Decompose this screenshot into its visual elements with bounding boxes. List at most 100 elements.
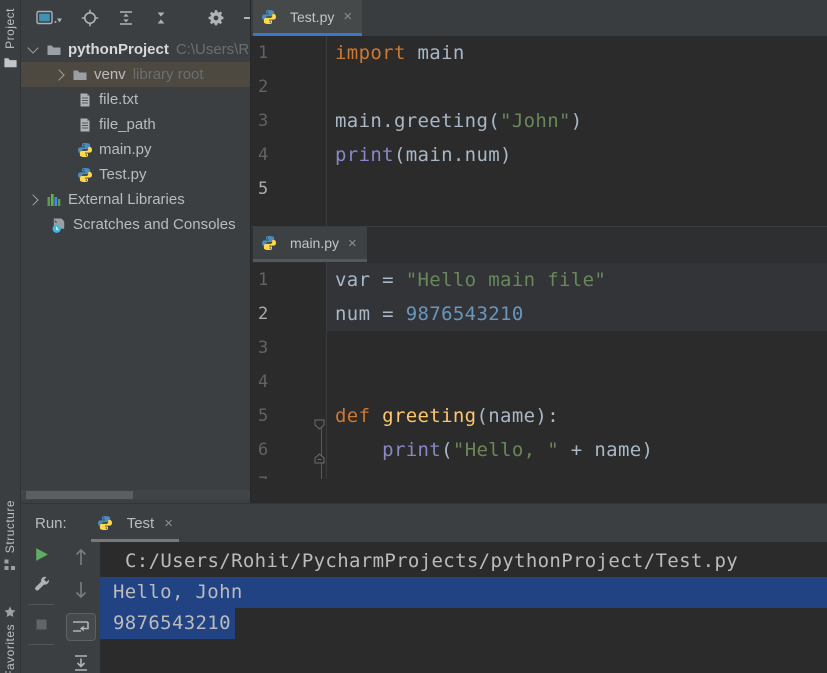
code-line-7: 7 <box>251 467 827 479</box>
tree-item-main-py[interactable]: main.py <box>21 137 250 162</box>
settings-gear-icon[interactable] <box>207 9 225 27</box>
locate-file-icon[interactable] <box>81 9 99 27</box>
stop-icon[interactable] <box>34 617 49 632</box>
code-text: import main <box>327 36 827 70</box>
python-file-icon <box>97 515 113 531</box>
up-stacktrace-icon[interactable] <box>73 547 89 567</box>
tab-main-py[interactable]: main.py × <box>253 227 367 262</box>
run-header: Run: Test × <box>21 504 827 542</box>
soft-wrap-icon <box>71 618 91 636</box>
console-line: Hello, John <box>100 577 827 608</box>
tree-item-file-path[interactable]: file_path <box>21 112 250 137</box>
favorites-icon <box>4 606 16 618</box>
console-line: C:/Users/Rohit/PycharmProjects/pythonPro… <box>100 546 827 577</box>
fold-marker-icon[interactable] <box>313 443 327 457</box>
scroll-to-end-icon[interactable] <box>73 654 89 672</box>
stripe-project-button[interactable]: Project <box>0 8 20 70</box>
view-options-icon[interactable] <box>36 10 62 26</box>
scrollbar-thumb[interactable] <box>26 491 133 499</box>
python-file-icon <box>261 235 277 251</box>
line-number[interactable]: 1 <box>258 263 318 297</box>
tree-item-file-txt[interactable]: file.txt <box>21 87 250 112</box>
structure-icon <box>4 559 16 571</box>
line-number[interactable]: 1 <box>258 36 318 70</box>
tree-item-label: Scratches and Consoles <box>73 216 236 233</box>
down-stacktrace-icon[interactable] <box>73 580 89 600</box>
line-number[interactable]: 4 <box>258 138 318 172</box>
tree-item-test-py[interactable]: Test.py <box>21 162 250 187</box>
close-icon[interactable]: × <box>164 516 173 531</box>
line-number[interactable]: 2 <box>258 297 318 331</box>
tree-item-external-libraries[interactable]: External Libraries <box>21 187 250 212</box>
code-text: num = 9876543210 <box>327 297 827 331</box>
stripe-project-label: Project <box>3 8 17 49</box>
chevron-down-icon[interactable] <box>27 42 38 53</box>
line-number[interactable]: 4 <box>258 365 318 399</box>
line-number[interactable]: 3 <box>258 331 318 365</box>
code-line-4: 4 <box>251 365 827 399</box>
collapse-all-icon[interactable] <box>153 10 169 26</box>
tab-label: main.py <box>290 235 339 251</box>
tree-item-label: file_path <box>99 116 156 133</box>
tree-item-scratches-and-consoles[interactable]: Scratches and Consoles <box>21 212 250 237</box>
run-console[interactable]: C:/Users/Rohit/PycharmProjects/pythonPro… <box>100 542 827 673</box>
folder-icon <box>72 67 88 83</box>
python-icon <box>77 167 93 183</box>
line-number[interactable]: 5 <box>258 399 318 433</box>
chevron-right-icon[interactable] <box>27 194 38 205</box>
python-file-icon <box>261 9 277 25</box>
test-code-area[interactable]: 1import main23main.greeting("John")4prin… <box>251 36 827 226</box>
stripe-structure-label: Structure <box>3 500 17 553</box>
editor-test-py: Test.py × 1import main23main.greeting("J… <box>250 0 827 226</box>
library-icon <box>46 192 62 208</box>
code-text: print("Hello, " + name) <box>327 433 827 467</box>
line-number[interactable]: 6 <box>258 433 318 467</box>
close-icon[interactable]: × <box>348 236 357 251</box>
line-number[interactable]: 7 <box>258 467 318 479</box>
project-hscrollbar[interactable] <box>21 490 250 500</box>
line-number[interactable]: 3 <box>258 104 318 138</box>
textfile-icon <box>77 92 93 108</box>
rerun-icon[interactable] <box>33 546 50 563</box>
settings-wrench-icon[interactable] <box>33 575 50 592</box>
run-tab-test[interactable]: Test × <box>91 504 179 542</box>
stripe-favorites-button[interactable]: Favorites <box>0 606 20 673</box>
code-line-1: 1 import main <box>251 36 827 70</box>
tool-window-stripe: Project Structure Favorites <box>0 0 21 673</box>
selected-text: 9876543210 <box>100 608 235 639</box>
stripe-structure-button[interactable]: Structure <box>0 500 20 571</box>
soft-wrap-toggle[interactable] <box>66 613 96 641</box>
scratches-icon <box>51 217 67 233</box>
project-panel: pythonProjectC:\Users\Rvenvlibrary root f… <box>21 0 250 503</box>
tab-test-py[interactable]: Test.py × <box>253 0 362 36</box>
code-line-3: 3 <box>251 331 827 365</box>
toolbar-separator <box>28 644 54 645</box>
console-line: 9876543210 <box>100 608 827 639</box>
tree-item-pythonproject[interactable]: pythonProjectC:\Users\R <box>21 37 250 62</box>
tree-item-venv[interactable]: venvlibrary root <box>21 62 250 87</box>
code-text: def greeting(name): <box>327 399 827 433</box>
chevron-right-icon[interactable] <box>53 69 64 80</box>
line-number[interactable]: 2 <box>258 70 318 104</box>
line-number[interactable]: 5 <box>258 172 318 206</box>
expand-all-icon[interactable] <box>118 10 134 26</box>
main-editor-tab-bar: main.py × <box>251 226 827 263</box>
python-icon <box>77 142 93 158</box>
stripe-favorites-label: Favorites <box>3 624 17 673</box>
code-line-5: 5 def greeting(name): <box>251 399 827 433</box>
textfile-icon <box>77 117 93 133</box>
main-code-area[interactable]: 1var = "Hello main file"2num = 987654321… <box>251 263 827 479</box>
tree-item-label: file.txt <box>99 91 138 108</box>
run-label: Run: <box>35 515 67 532</box>
test-editor-tab-bar: Test.py × <box>251 0 827 36</box>
code-line-5: 5 <box>251 172 827 206</box>
tree-item-label: External Libraries <box>68 191 185 208</box>
close-icon[interactable]: × <box>343 9 352 24</box>
main-code-lines: 1var = "Hello main file"2num = 987654321… <box>251 263 827 479</box>
editor-main-py: main.py × 1var = "Hello main file"2num =… <box>250 226 827 503</box>
run-body: C:/Users/Rohit/PycharmProjects/pythonPro… <box>21 542 827 673</box>
tree-item-label: Test.py <box>99 166 147 183</box>
tab-label: Test.py <box>290 9 334 25</box>
fold-marker-icon[interactable] <box>313 409 327 423</box>
tree-item-suffix: library root <box>133 66 204 83</box>
